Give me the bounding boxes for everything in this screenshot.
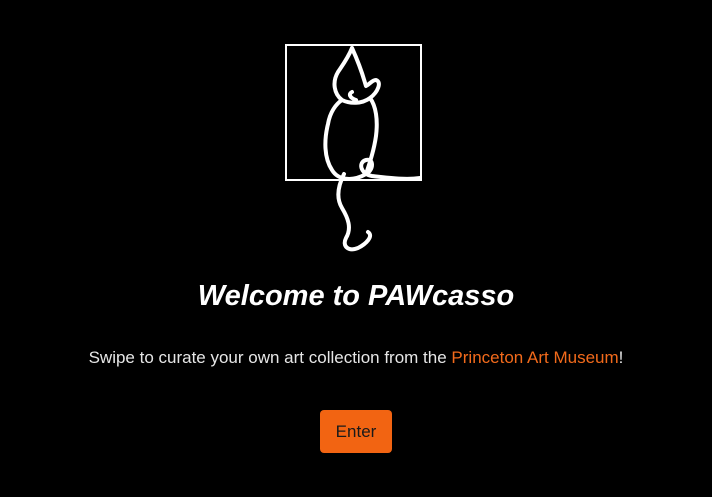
tagline-suffix: !	[618, 348, 624, 367]
enter-button[interactable]: Enter	[320, 410, 392, 453]
cat-logo-icon	[285, 44, 422, 252]
welcome-page: Welcome to PAWcasso Swipe to curate your…	[0, 0, 712, 497]
princeton-art-museum-link[interactable]: Princeton Art Museum	[451, 348, 618, 367]
tagline-text: Swipe to curate your own art collection …	[88, 348, 452, 367]
tagline: Swipe to curate your own art collection …	[0, 347, 712, 369]
page-title: Welcome to PAWcasso	[197, 280, 515, 312]
